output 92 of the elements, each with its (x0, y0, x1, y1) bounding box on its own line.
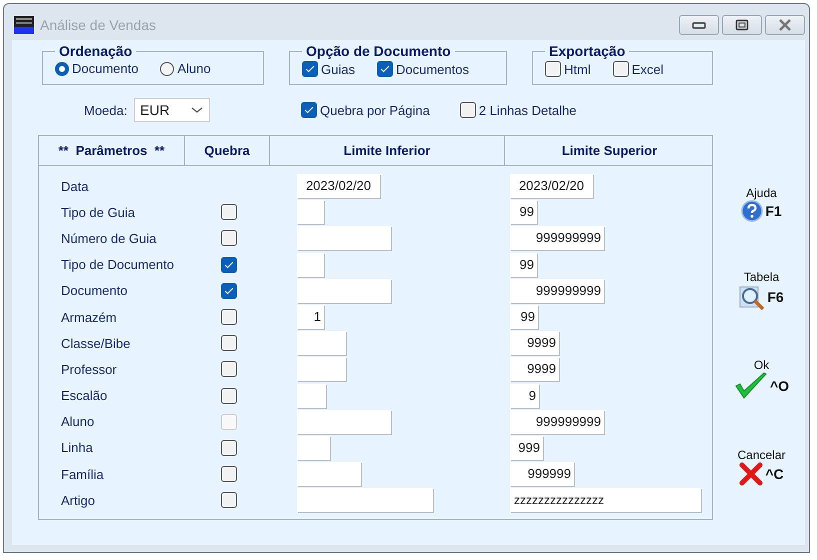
input-field[interactable]: 9999 (510, 331, 559, 356)
parameter-label: Família (60, 466, 105, 482)
parameter-label: Aluno (60, 414, 96, 430)
parameter-label: Armazém (60, 310, 118, 325)
currency-dropdown[interactable]: EUR (134, 98, 210, 122)
radio-button[interactable] (160, 62, 174, 76)
checkbox[interactable] (221, 204, 237, 220)
group-title: Exportação (548, 43, 626, 59)
help-button[interactable]: Ajuda F1 (741, 186, 782, 222)
ok-button[interactable]: Ok ^O (734, 358, 790, 400)
input-field[interactable] (297, 226, 391, 250)
parameter-label: Linha (60, 440, 94, 456)
input-field[interactable]: 9999 (510, 357, 559, 382)
checkbox[interactable] (221, 492, 237, 508)
radio-button[interactable] (55, 62, 69, 76)
input-field[interactable] (297, 278, 391, 303)
close-button[interactable] (765, 15, 805, 35)
input-field[interactable]: 1 (297, 305, 324, 330)
group-title: Ordenação (58, 43, 134, 59)
maximize-icon (735, 19, 749, 31)
checkbox[interactable] (221, 309, 237, 326)
input-field[interactable]: 2023/02/20 (297, 174, 380, 198)
search-icon (739, 284, 766, 310)
input-field[interactable] (297, 384, 326, 408)
column-header: ** Parâmetros ** (39, 136, 185, 165)
checkbox[interactable] (612, 61, 629, 77)
input-field[interactable] (297, 488, 433, 512)
input-field[interactable]: 9 (510, 384, 539, 408)
app-icon (14, 16, 34, 34)
input-field[interactable]: 999 (510, 436, 543, 460)
checkbox[interactable] (221, 466, 237, 482)
checkbox[interactable] (221, 282, 237, 299)
checkbox[interactable] (221, 388, 237, 404)
input-field[interactable]: 99 (510, 305, 538, 330)
checkbox[interactable] (460, 102, 476, 118)
column-header: Limite Superior (560, 142, 658, 160)
option-label: 2 Linhas Detalhe (478, 102, 576, 118)
checkmark-icon (734, 372, 768, 400)
parameter-label: Tipo de Documento (60, 257, 175, 272)
input-field[interactable] (297, 462, 361, 486)
option-label: Guias (321, 62, 355, 76)
checkbox[interactable] (221, 335, 237, 352)
cross-icon (739, 462, 764, 486)
input-field[interactable] (297, 252, 324, 277)
caret-icon (191, 106, 203, 114)
checkbox[interactable] (221, 361, 237, 378)
parameter-label: Número de Guia (60, 230, 158, 246)
checkbox[interactable] (302, 61, 318, 77)
input-field[interactable]: zzzzzzzzzzzzzzz (510, 488, 701, 512)
parameter-label: Data (60, 178, 90, 194)
currency-label: Moeda: (84, 102, 128, 118)
parameter-label: Documento (60, 283, 128, 298)
input-field[interactable] (297, 436, 330, 460)
table-button[interactable]: Tabela F6 (739, 270, 784, 310)
input-field[interactable]: 999999 (510, 462, 574, 486)
input-field[interactable]: 999999999 (510, 278, 604, 303)
input-field[interactable]: 2023/02/20 (510, 174, 593, 198)
minimize-button[interactable] (679, 15, 719, 35)
option-label: Documentos (396, 62, 469, 76)
input-field[interactable]: 999999999 (510, 410, 604, 434)
parameter-label: Tipo de Guia (60, 204, 136, 220)
input-field[interactable]: 99 (510, 252, 537, 277)
checkbox[interactable] (221, 230, 237, 246)
maximize-button[interactable] (722, 15, 762, 35)
input-field[interactable]: 99 (510, 200, 537, 224)
close-icon (778, 19, 792, 31)
help-icon (741, 200, 764, 222)
checkbox[interactable] (221, 256, 237, 273)
option-label: Excel (632, 62, 664, 76)
checkbox[interactable] (301, 102, 317, 118)
parameter-label: Professor (60, 362, 118, 377)
checkbox[interactable] (376, 61, 393, 77)
option-label: Aluno (177, 61, 211, 76)
parameter-label: Escalão (60, 388, 108, 404)
minimize-icon (692, 21, 706, 29)
input-field[interactable] (297, 357, 346, 382)
cancel-button[interactable]: Cancelar ^C (737, 448, 786, 486)
option-label: Html (564, 62, 591, 76)
parameter-label: Classe/Bibe (60, 336, 132, 351)
window-title: Análise de Vendas (40, 17, 156, 33)
option-label: Quebra por Página (320, 102, 430, 118)
checkbox[interactable] (545, 61, 561, 77)
input-field[interactable]: 999999999 (510, 226, 604, 250)
column-header: Quebra (185, 136, 270, 165)
input-field[interactable] (297, 200, 324, 224)
column-header: Limite Inferior (270, 136, 505, 165)
checkbox[interactable] (221, 440, 237, 456)
input-field[interactable] (297, 410, 391, 434)
input-field[interactable] (297, 331, 346, 356)
parameter-label: Artigo (60, 492, 96, 508)
group-title: Opção de Documento (305, 43, 452, 59)
option-label: Documento (72, 61, 138, 76)
